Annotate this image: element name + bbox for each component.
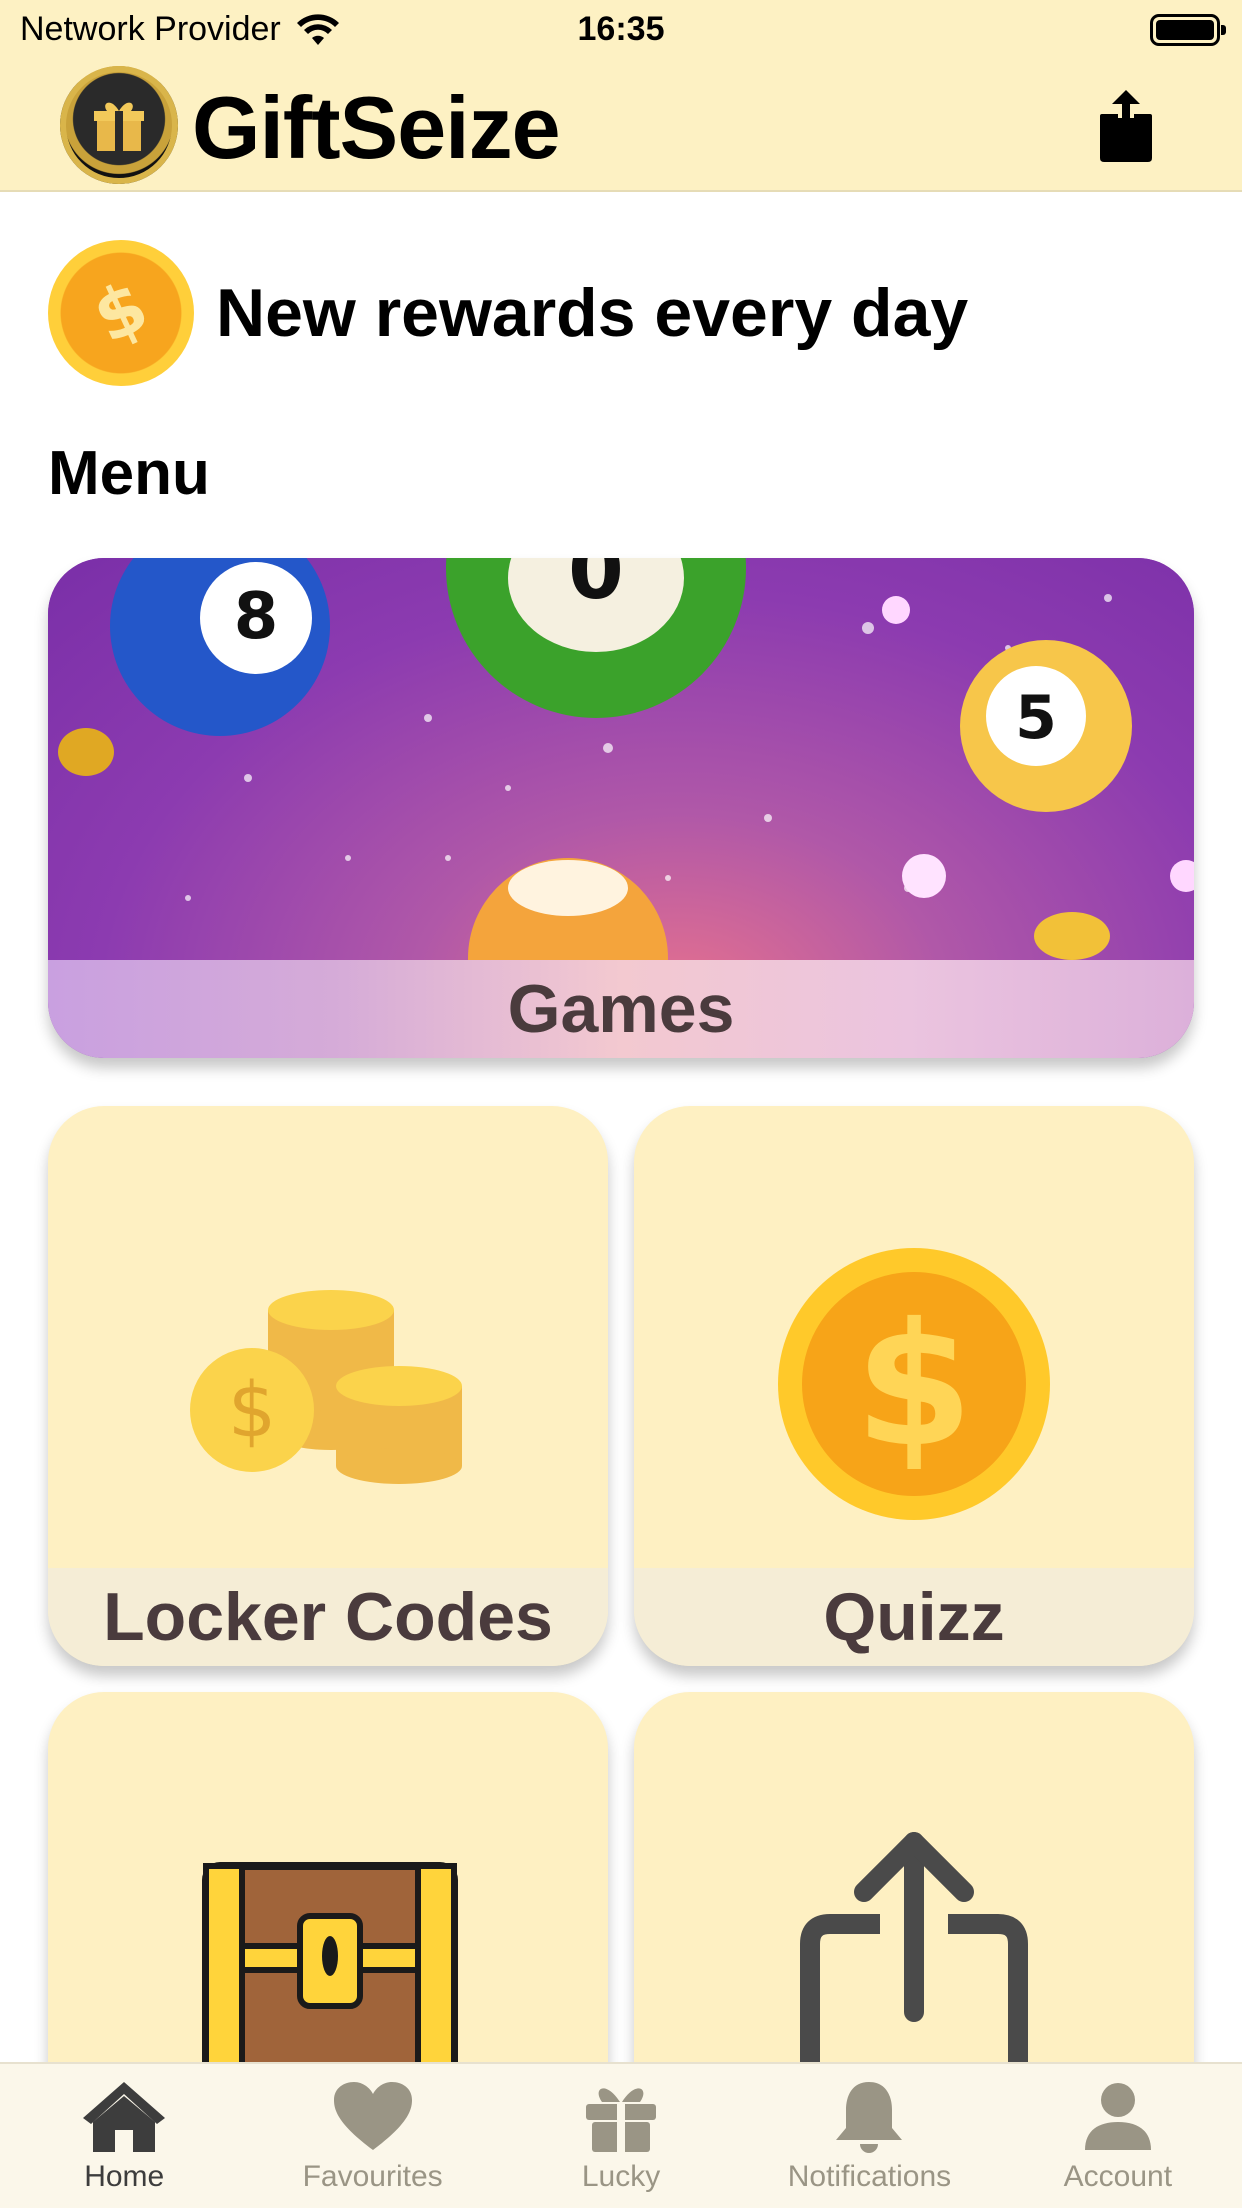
tab-bar: Home Favourites Lucky Notifications Acco… (0, 2062, 1242, 2208)
tab-account[interactable]: Account (994, 2064, 1242, 2208)
gift-logo-icon (94, 102, 144, 151)
treasure-chest-icon (202, 1862, 458, 2076)
menu-heading: Menu (48, 439, 210, 508)
app-title: GiftSeize (192, 78, 561, 177)
status-bar: Network Provider 16:35 (0, 0, 1242, 60)
svg-text:$: $ (81, 268, 160, 358)
games-card[interactable]: 8 0 5 Games (48, 558, 1194, 1058)
games-card-label: Games (48, 960, 1194, 1058)
tab-lucky-label: Lucky (581, 2160, 661, 2193)
tab-home-label: Home (84, 2160, 165, 2193)
bell-icon (836, 2082, 903, 2153)
share-icon (800, 1832, 1028, 2072)
tab-favourites-label: Favourites (302, 2160, 443, 2193)
dollar-coin-icon: $ (778, 1248, 1050, 1520)
svg-text:$: $ (855, 1287, 973, 1485)
status-time: 16:35 (577, 10, 665, 48)
tab-account-label: Account (1063, 2160, 1173, 2193)
svg-text:5: 5 (1015, 683, 1057, 753)
tab-notifications-label: Notifications (787, 2160, 952, 2193)
home-icon (83, 2082, 166, 2152)
svg-text:0: 0 (568, 558, 624, 617)
share-icon[interactable] (1098, 88, 1154, 164)
tab-favourites[interactable]: Favourites (248, 2064, 496, 2208)
svg-text:8: 8 (234, 580, 279, 654)
tab-home[interactable]: Home (0, 2064, 248, 2208)
rewards-banner-text: New rewards every day (216, 275, 969, 351)
person-icon (1084, 2083, 1151, 2150)
dollar-coin-icon: $ (48, 240, 194, 386)
dollar-sign-icon: $ (81, 268, 160, 358)
coin-stacks-icon: $ (190, 1290, 462, 1484)
tab-lucky[interactable]: Lucky (497, 2064, 745, 2208)
battery-icon (1150, 14, 1226, 46)
quizz-label: Quizz (634, 1568, 1194, 1666)
quizz-card[interactable]: $ Quizz (634, 1106, 1194, 1666)
heart-icon (333, 2082, 412, 2150)
svg-text:$: $ (228, 1365, 276, 1454)
locker-codes-card[interactable]: $ Locker Codes (48, 1106, 608, 1666)
locker-codes-label: Locker Codes (48, 1568, 608, 1666)
app-logo (60, 66, 178, 184)
gift-icon (586, 2088, 657, 2152)
tab-notifications[interactable]: Notifications (745, 2064, 993, 2208)
app-header: Network Provider 16:35 GiftSeize (0, 0, 1242, 192)
lottery-balls-image: 8 0 5 (48, 558, 1194, 1058)
